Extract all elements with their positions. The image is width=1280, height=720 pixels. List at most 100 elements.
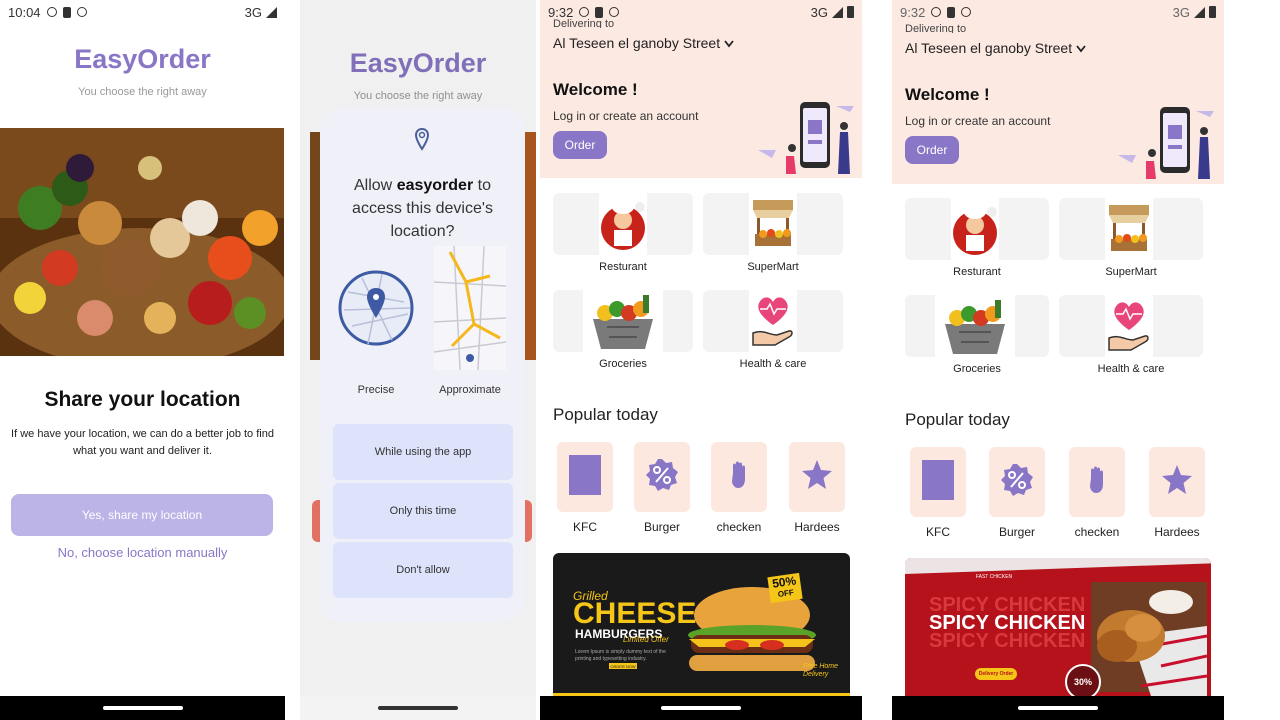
signal-icon — [266, 6, 277, 18]
dont-allow-button[interactable]: Don't allow — [333, 542, 513, 598]
category-card-groceries[interactable] — [905, 295, 1049, 357]
permission-title-prefix: Allow — [354, 177, 397, 194]
chef-icon — [951, 198, 999, 260]
location-onboarding-screen: 10:04 3G EasyOrder You choose the right … — [0, 0, 285, 720]
category-card-groceries[interactable] — [553, 290, 693, 352]
home-gesture-handle[interactable] — [661, 706, 741, 710]
category-card-health[interactable] — [1059, 295, 1203, 357]
hand-icon — [730, 461, 748, 494]
banner-limited-offer: Limited Offer — [623, 635, 669, 644]
category-card-health[interactable] — [703, 290, 843, 352]
banner-headline-shadow: SPICY CHICKEN — [929, 630, 1086, 652]
category-label: Groceries — [953, 363, 1001, 375]
popular-label: Burger — [643, 520, 681, 534]
banner-percent-badge: 30% — [1065, 664, 1101, 700]
category-card-restaurant[interactable] — [553, 193, 693, 255]
popular-label: KFC — [573, 520, 597, 534]
order-button[interactable]: Order — [905, 136, 959, 164]
share-location-button[interactable]: Yes, share my location — [11, 494, 273, 536]
star-icon — [801, 459, 833, 496]
star-icon — [1161, 464, 1193, 501]
home-gesture-handle[interactable] — [102, 706, 183, 710]
choose-manually-link[interactable]: No, choose location manually — [0, 545, 285, 560]
shield-status-icon — [46, 7, 57, 17]
network-type: 3G — [810, 4, 828, 20]
location-permission-screen: EasyOrder You choose the right away Allo… — [300, 0, 536, 720]
market-stall-icon — [1105, 198, 1153, 260]
grocery-basket-icon — [583, 290, 663, 352]
promo-banner-burger[interactable]: Grilled CHEESE HAMBURGERS Limited Offer … — [553, 553, 850, 703]
address-text: Al Teseen el ganoby Street — [553, 35, 721, 51]
status-bar: 10:04 3G — [0, 0, 285, 24]
popular-item-hardees[interactable] — [789, 442, 845, 512]
discount-tag: 50% OFF — [767, 572, 803, 604]
approximate-label: Approximate — [439, 384, 501, 396]
login-prompt[interactable]: Log in or create an account — [905, 114, 1050, 128]
chevron-down-icon — [724, 35, 734, 51]
order-button[interactable]: Order — [553, 131, 607, 159]
home-screen-variant: 9:32 3G Delivering to Al Teseen el ganob… — [892, 0, 1224, 720]
while-using-app-button[interactable]: While using the app — [333, 424, 513, 480]
popular-item-kfc[interactable] — [910, 447, 966, 517]
category-card-supermart[interactable] — [1059, 198, 1203, 260]
location-description: If we have your location, we can do a be… — [11, 428, 274, 457]
home-gesture-handle[interactable] — [1018, 706, 1098, 710]
popular-item-burger[interactable] — [989, 447, 1045, 517]
square-icon — [569, 454, 601, 500]
popular-label: checken — [1074, 525, 1120, 539]
popular-label: Burger — [998, 525, 1036, 539]
home-gesture-handle[interactable] — [378, 706, 458, 710]
banner-delivery-order: Delivery Order — [975, 668, 1017, 680]
delivering-label: Delivering to — [905, 23, 967, 33]
chevron-down-icon — [1076, 40, 1086, 56]
sync-status-icon — [961, 7, 972, 17]
produce-photo — [0, 128, 284, 356]
address-selector[interactable]: Al Teseen el ganoby Street — [553, 35, 734, 51]
phone-order-illustration — [1116, 105, 1216, 188]
sync-status-icon — [76, 7, 87, 17]
address-selector[interactable]: Al Teseen el ganoby Street — [905, 40, 1086, 56]
shield-status-icon — [579, 7, 590, 17]
navigation-bar — [540, 696, 862, 720]
category-card-supermart[interactable] — [703, 193, 843, 255]
category-label: Groceries — [599, 358, 647, 370]
popular-item-checken[interactable] — [1069, 447, 1125, 517]
popular-label: Hardees — [794, 520, 840, 534]
popular-heading: Popular today — [905, 410, 1010, 429]
banner-delivery-script: Free Home Delivery — [803, 663, 839, 678]
permission-title: Allow easyorder to access this device's … — [330, 174, 515, 243]
location-pin-icon — [414, 127, 430, 157]
signal-icon — [832, 6, 843, 18]
signal-icon — [1194, 6, 1205, 18]
login-prompt[interactable]: Log in or create an account — [553, 109, 698, 123]
popular-item-burger[interactable] — [634, 442, 690, 512]
category-label: Health & care — [1097, 363, 1165, 375]
battery-icon — [1209, 6, 1216, 18]
app-tagline: You choose the right away — [78, 86, 207, 98]
status-bar: 9:32 3G — [892, 0, 1224, 24]
popular-label: KFC — [926, 525, 950, 539]
shield-status-icon — [931, 7, 942, 17]
popular-item-kfc[interactable] — [557, 442, 613, 512]
burger-image — [677, 573, 827, 698]
approximate-map-icon[interactable] — [430, 242, 510, 379]
precise-map-icon[interactable] — [338, 242, 414, 379]
popular-label: Hardees — [1154, 525, 1200, 539]
promo-banner-chicken[interactable]: FAST CHICKEN SPICY CHICKEN SPICY CHICKEN… — [905, 558, 1211, 704]
address-text: Al Teseen el ganoby Street — [905, 40, 1073, 56]
only-this-time-button[interactable]: Only this time — [333, 483, 513, 539]
category-label: Resturant — [599, 261, 647, 273]
phone-order-illustration — [756, 100, 856, 183]
category-card-restaurant[interactable] — [905, 198, 1049, 260]
category-label: Health & care — [739, 358, 807, 370]
square-icon — [922, 459, 954, 505]
hand-icon — [1088, 466, 1106, 499]
banner-brand: FAST CHICKEN — [975, 574, 1013, 580]
popular-label: checken — [716, 520, 762, 534]
precise-label: Precise — [357, 384, 395, 396]
network-type: 3G — [244, 4, 262, 20]
chef-icon — [599, 193, 647, 255]
welcome-heading: Welcome ! — [553, 80, 638, 99]
popular-item-hardees[interactable] — [1149, 447, 1205, 517]
popular-item-checken[interactable] — [711, 442, 767, 512]
